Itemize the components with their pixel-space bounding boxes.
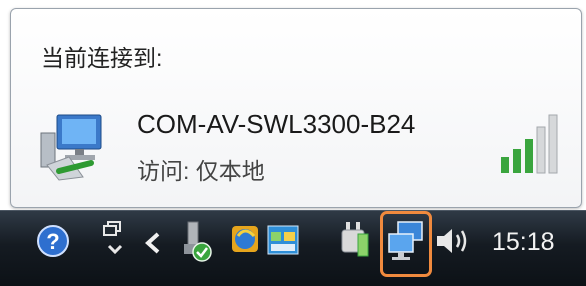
- taskbar-clock[interactable]: 15:18: [492, 228, 555, 257]
- signal-strength-icon: [501, 114, 558, 174]
- show-desktop-icon[interactable]: [102, 218, 128, 260]
- volume-icon[interactable]: [434, 224, 472, 258]
- svg-text:?: ?: [46, 229, 59, 254]
- network-access-status: 访问: 仅本地: [137, 158, 265, 184]
- network-icon-highlight: [380, 211, 432, 277]
- network-popup: 当前连接到: COM-AV-SWL3300-B24 访问: 仅本地: [10, 8, 582, 208]
- app-window-icon[interactable]: [266, 220, 300, 258]
- help-icon[interactable]: ?: [36, 224, 70, 258]
- network-computer-icon: [40, 114, 102, 181]
- app-icon[interactable]: [228, 218, 262, 258]
- network-name: COM-AV-SWL3300-B24: [137, 109, 416, 139]
- expand-tray-icon[interactable]: [142, 230, 164, 256]
- popup-header: 当前连接到:: [41, 45, 163, 71]
- usb-device-icon[interactable]: [180, 220, 214, 264]
- power-icon[interactable]: [340, 220, 372, 262]
